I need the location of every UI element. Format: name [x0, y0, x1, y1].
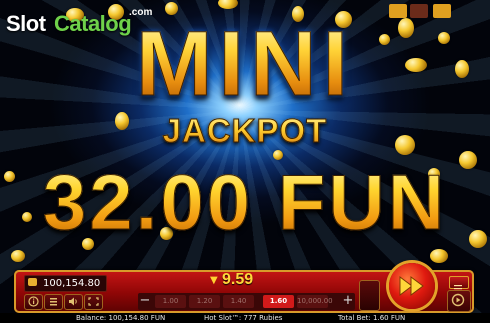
coin-decoration [430, 249, 448, 263]
balance-display: 100,154.80 [24, 275, 107, 292]
autoplay-button[interactable] [447, 290, 471, 312]
autoplay-icon [451, 293, 465, 307]
coin-decoration [11, 250, 25, 262]
win-amount: 32.00 FUN [0, 160, 490, 245]
info-button[interactable] [24, 294, 43, 310]
menu-button[interactable] [449, 276, 469, 290]
win-title: MINI [0, 18, 490, 111]
info-icon [28, 296, 39, 307]
last-win-value: 9.59 [222, 271, 254, 288]
paytable-button[interactable] [44, 294, 63, 310]
wallet-icon [28, 278, 37, 286]
game-scene: Slot Catalog .com MINI JACKPOT 32.00 FUN… [0, 0, 490, 323]
spin-icon [399, 276, 424, 296]
fullscreen-button[interactable] [84, 294, 103, 310]
bet-selector: − 1.00 1.20 1.40 1.60 10,000.00 + [138, 293, 355, 310]
max-bet-button[interactable] [359, 280, 380, 311]
info-top-button[interactable] [389, 4, 407, 18]
sound-icon [69, 297, 77, 306]
settings-top-button[interactable] [410, 4, 428, 18]
spin-button[interactable] [389, 263, 435, 309]
bet-decrease-button[interactable]: − [138, 293, 152, 310]
last-win-display: ▼ 9.59 [200, 271, 280, 289]
win-subtitle: JACKPOT [0, 112, 490, 149]
fullscreen-top-button[interactable] [433, 4, 451, 18]
bet-increase-button[interactable]: + [341, 293, 355, 310]
balance-value: 100,154.80 [43, 278, 101, 289]
status-balance: Balance: 100,154.80 FUN [76, 314, 166, 322]
fullscreen-icon [88, 297, 99, 306]
status-bar: Balance: 100,154.80 FUN Hot Slot™: 777 R… [0, 313, 490, 323]
sound-button[interactable] [64, 294, 83, 310]
bet-option[interactable]: 1.40 [223, 295, 254, 308]
bet-option-selected[interactable]: 1.60 [263, 295, 294, 308]
paytable-icon [50, 298, 57, 306]
bet-option[interactable]: 1.00 [155, 295, 186, 308]
status-total-bet: Total Bet: 1.60 FUN [338, 314, 406, 322]
status-game-name: Hot Slot™: 777 Rubies [204, 314, 283, 322]
trophy-icon: ▼ [210, 275, 218, 286]
bet-option[interactable]: 1.20 [189, 295, 220, 308]
bet-option[interactable]: 10,000.00 [297, 295, 333, 308]
